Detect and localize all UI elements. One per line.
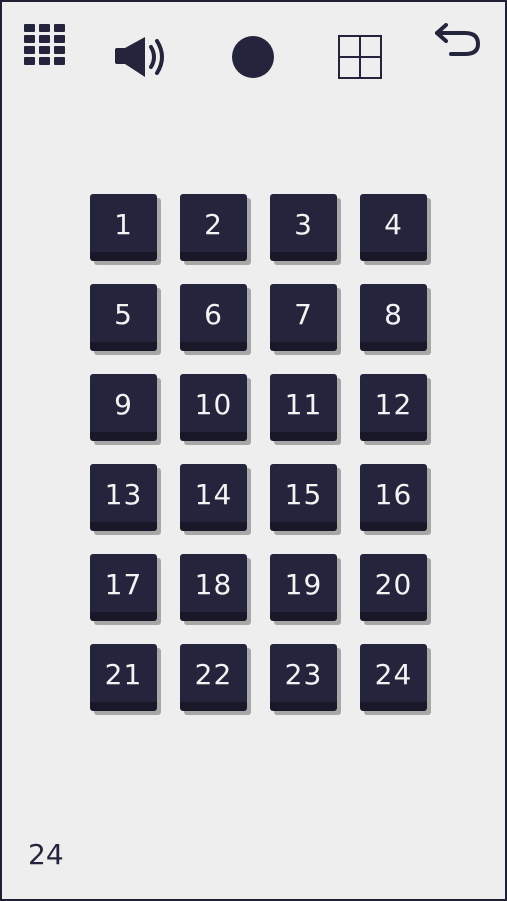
tile-face[interactable]: 2 bbox=[180, 194, 247, 261]
level-number: 20 bbox=[374, 567, 413, 601]
tile-face[interactable]: 22 bbox=[180, 644, 247, 711]
level-tile-8[interactable]: 8 bbox=[360, 284, 431, 355]
tile-face[interactable]: 18 bbox=[180, 554, 247, 621]
tile-face[interactable]: 11 bbox=[270, 374, 337, 441]
level-number: 2 bbox=[204, 207, 223, 241]
tile-face[interactable]: 23 bbox=[270, 644, 337, 711]
level-number: 1 bbox=[114, 207, 133, 241]
tile-face[interactable]: 7 bbox=[270, 284, 337, 351]
level-tile-23[interactable]: 23 bbox=[270, 644, 341, 715]
level-number: 15 bbox=[284, 477, 323, 511]
levels-grid-icon[interactable] bbox=[24, 24, 68, 68]
level-tile-22[interactable]: 22 bbox=[180, 644, 251, 715]
tile-face[interactable]: 20 bbox=[360, 554, 427, 621]
back-arrow-icon[interactable] bbox=[433, 22, 483, 60]
level-tile-18[interactable]: 18 bbox=[180, 554, 251, 625]
tile-face[interactable]: 3 bbox=[270, 194, 337, 261]
level-number: 24 bbox=[374, 657, 413, 691]
level-tile-5[interactable]: 5 bbox=[90, 284, 161, 355]
level-tile-9[interactable]: 9 bbox=[90, 374, 161, 445]
level-tile-17[interactable]: 17 bbox=[90, 554, 161, 625]
tile-face[interactable]: 17 bbox=[90, 554, 157, 621]
level-number: 7 bbox=[294, 297, 313, 331]
level-number: 14 bbox=[194, 477, 233, 511]
level-tile-24[interactable]: 24 bbox=[360, 644, 431, 715]
level-number: 11 bbox=[284, 387, 323, 421]
tile-face[interactable]: 14 bbox=[180, 464, 247, 531]
level-number: 23 bbox=[284, 657, 323, 691]
tile-face[interactable]: 8 bbox=[360, 284, 427, 351]
tile-face[interactable]: 13 bbox=[90, 464, 157, 531]
level-tile-3[interactable]: 3 bbox=[270, 194, 341, 265]
level-tile-1[interactable]: 1 bbox=[90, 194, 161, 265]
level-tile-15[interactable]: 15 bbox=[270, 464, 341, 535]
tile-face[interactable]: 6 bbox=[180, 284, 247, 351]
level-number: 4 bbox=[384, 207, 403, 241]
tile-face[interactable]: 19 bbox=[270, 554, 337, 621]
tile-face[interactable]: 9 bbox=[90, 374, 157, 441]
level-number: 16 bbox=[374, 477, 413, 511]
record-dot-icon[interactable] bbox=[231, 35, 275, 79]
tile-face[interactable]: 1 bbox=[90, 194, 157, 261]
level-tile-12[interactable]: 12 bbox=[360, 374, 431, 445]
level-tile-11[interactable]: 11 bbox=[270, 374, 341, 445]
tile-face[interactable]: 5 bbox=[90, 284, 157, 351]
level-number: 18 bbox=[194, 567, 233, 601]
level-number: 21 bbox=[104, 657, 143, 691]
tile-face[interactable]: 10 bbox=[180, 374, 247, 441]
level-tile-13[interactable]: 13 bbox=[90, 464, 161, 535]
level-count: 24 bbox=[28, 838, 64, 871]
level-tile-10[interactable]: 10 bbox=[180, 374, 251, 445]
level-number: 22 bbox=[194, 657, 233, 691]
level-number: 13 bbox=[104, 477, 143, 511]
level-number: 6 bbox=[204, 297, 223, 331]
tile-face[interactable]: 21 bbox=[90, 644, 157, 711]
level-tile-20[interactable]: 20 bbox=[360, 554, 431, 625]
level-tile-2[interactable]: 2 bbox=[180, 194, 251, 265]
tile-face[interactable]: 12 bbox=[360, 374, 427, 441]
tile-face[interactable]: 4 bbox=[360, 194, 427, 261]
level-number: 3 bbox=[294, 207, 313, 241]
level-number: 10 bbox=[194, 387, 233, 421]
level-select-grid: 1 2 3 4 5 6 7 8 9 10 11 12 13 14 15 16 17 18 19 20 21 22 23 24 bbox=[90, 194, 431, 715]
level-number: 12 bbox=[374, 387, 413, 421]
level-number: 5 bbox=[114, 297, 133, 331]
level-number: 8 bbox=[384, 297, 403, 331]
tile-face[interactable]: 24 bbox=[360, 644, 427, 711]
level-number: 19 bbox=[284, 567, 323, 601]
level-tile-14[interactable]: 14 bbox=[180, 464, 251, 535]
level-number: 17 bbox=[104, 567, 143, 601]
level-tile-19[interactable]: 19 bbox=[270, 554, 341, 625]
level-tile-4[interactable]: 4 bbox=[360, 194, 431, 265]
level-tile-6[interactable]: 6 bbox=[180, 284, 251, 355]
grid-view-icon[interactable] bbox=[337, 34, 383, 80]
tile-face[interactable]: 15 bbox=[270, 464, 337, 531]
tile-face[interactable]: 16 bbox=[360, 464, 427, 531]
level-tile-7[interactable]: 7 bbox=[270, 284, 341, 355]
speaker-icon[interactable] bbox=[113, 34, 169, 80]
level-tile-21[interactable]: 21 bbox=[90, 644, 161, 715]
level-tile-16[interactable]: 16 bbox=[360, 464, 431, 535]
level-number: 9 bbox=[114, 387, 133, 421]
